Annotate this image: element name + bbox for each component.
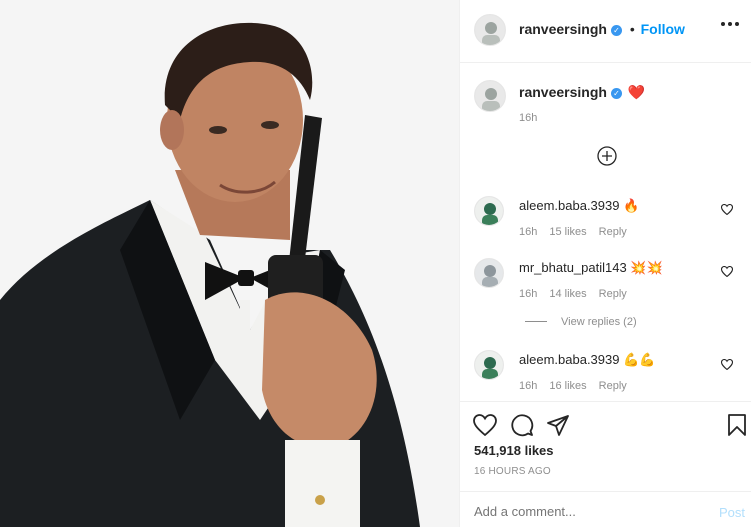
reply-button[interactable]: Reply (599, 380, 627, 392)
comment-like-heart-icon[interactable] (721, 266, 733, 277)
comment-time: 16h (519, 288, 538, 300)
comment-line: aleem.baba.3939 🔥 (519, 198, 639, 214)
author-avatar[interactable] (474, 14, 506, 46)
comment-likes[interactable]: 14 likes (549, 288, 586, 300)
avatar-image (475, 197, 503, 225)
author-username[interactable]: ranveersingh (519, 21, 607, 37)
action-bar (460, 401, 751, 442)
view-replies-line (525, 321, 547, 322)
comment-line: aleem.baba.3939 💪💪 (519, 352, 655, 368)
post-photo-illustration (0, 0, 459, 527)
load-more-comments-button[interactable] (597, 146, 617, 166)
more-options-icon[interactable] (721, 22, 739, 26)
avatar-image (475, 81, 505, 111)
post-header: ranveersingh ✓ • Follow (460, 0, 751, 63)
verified-badge-icon: ✓ (610, 88, 622, 99)
post-side-panel: ranveersingh ✓ • Follow ranveersingh ✓ ❤️ … (459, 0, 751, 527)
view-replies-button[interactable]: View replies (2) (525, 316, 637, 328)
comment-avatar[interactable] (474, 196, 504, 226)
post-timestamp: 16 HOURS AGO (474, 466, 551, 477)
avatar-image (475, 259, 503, 287)
reply-button[interactable]: Reply (599, 226, 627, 238)
reply-button[interactable]: Reply (599, 288, 627, 300)
paper-plane-icon[interactable] (546, 413, 570, 437)
post-comment-button[interactable]: Post (719, 505, 745, 520)
comment-text: 💪💪 (623, 352, 656, 367)
comment-username[interactable]: aleem.baba.3939 (519, 352, 619, 367)
view-replies-label: View replies (2) (561, 316, 637, 328)
plus-circle-icon (597, 146, 617, 166)
comment-meta: 16h 15 likes Reply (519, 226, 639, 238)
comment-username[interactable]: mr_bhatu_patil143 (519, 260, 627, 275)
comment-username[interactable]: aleem.baba.3939 (519, 198, 619, 213)
comment-like-heart-icon[interactable] (721, 359, 733, 370)
comment-text: 🔥 (623, 198, 640, 213)
caption-avatar[interactable] (474, 80, 506, 112)
avatar-image (475, 15, 505, 45)
caption-time: 16h (519, 112, 538, 124)
comment-meta: 16h 16 likes Reply (519, 380, 639, 392)
follow-button[interactable]: Follow (641, 21, 685, 37)
comment-likes[interactable]: 16 likes (549, 380, 586, 392)
caption-username[interactable]: ranveersingh (519, 84, 607, 100)
comment-time: 16h (519, 380, 538, 392)
comment-meta: 16h 14 likes Reply (519, 288, 639, 300)
comment-like-heart-icon[interactable] (721, 204, 733, 215)
comment-bubble-icon[interactable] (510, 413, 534, 437)
like-heart-icon[interactable] (473, 414, 497, 436)
comment-input[interactable] (472, 500, 696, 522)
caption-text: ❤️ (627, 84, 646, 100)
verified-badge-icon: ✓ (610, 25, 622, 36)
avatar-image (475, 351, 503, 379)
header-separator: • (629, 21, 635, 37)
header-user-line: ranveersingh ✓ • Follow (519, 21, 685, 37)
comment-likes[interactable]: 15 likes (549, 226, 586, 238)
comment-line: mr_bhatu_patil143 💥💥 (519, 260, 663, 276)
bookmark-icon[interactable] (727, 413, 747, 437)
post-image[interactable] (0, 0, 459, 527)
comment-time: 16h (519, 226, 538, 238)
comment-avatar[interactable] (474, 258, 504, 288)
comment-composer: Post (460, 491, 751, 528)
like-count[interactable]: 541,918 likes (474, 443, 554, 458)
comment-text: 💥💥 (630, 260, 663, 275)
caption-line: ranveersingh ✓ ❤️ (519, 84, 645, 101)
comment-avatar[interactable] (474, 350, 504, 380)
